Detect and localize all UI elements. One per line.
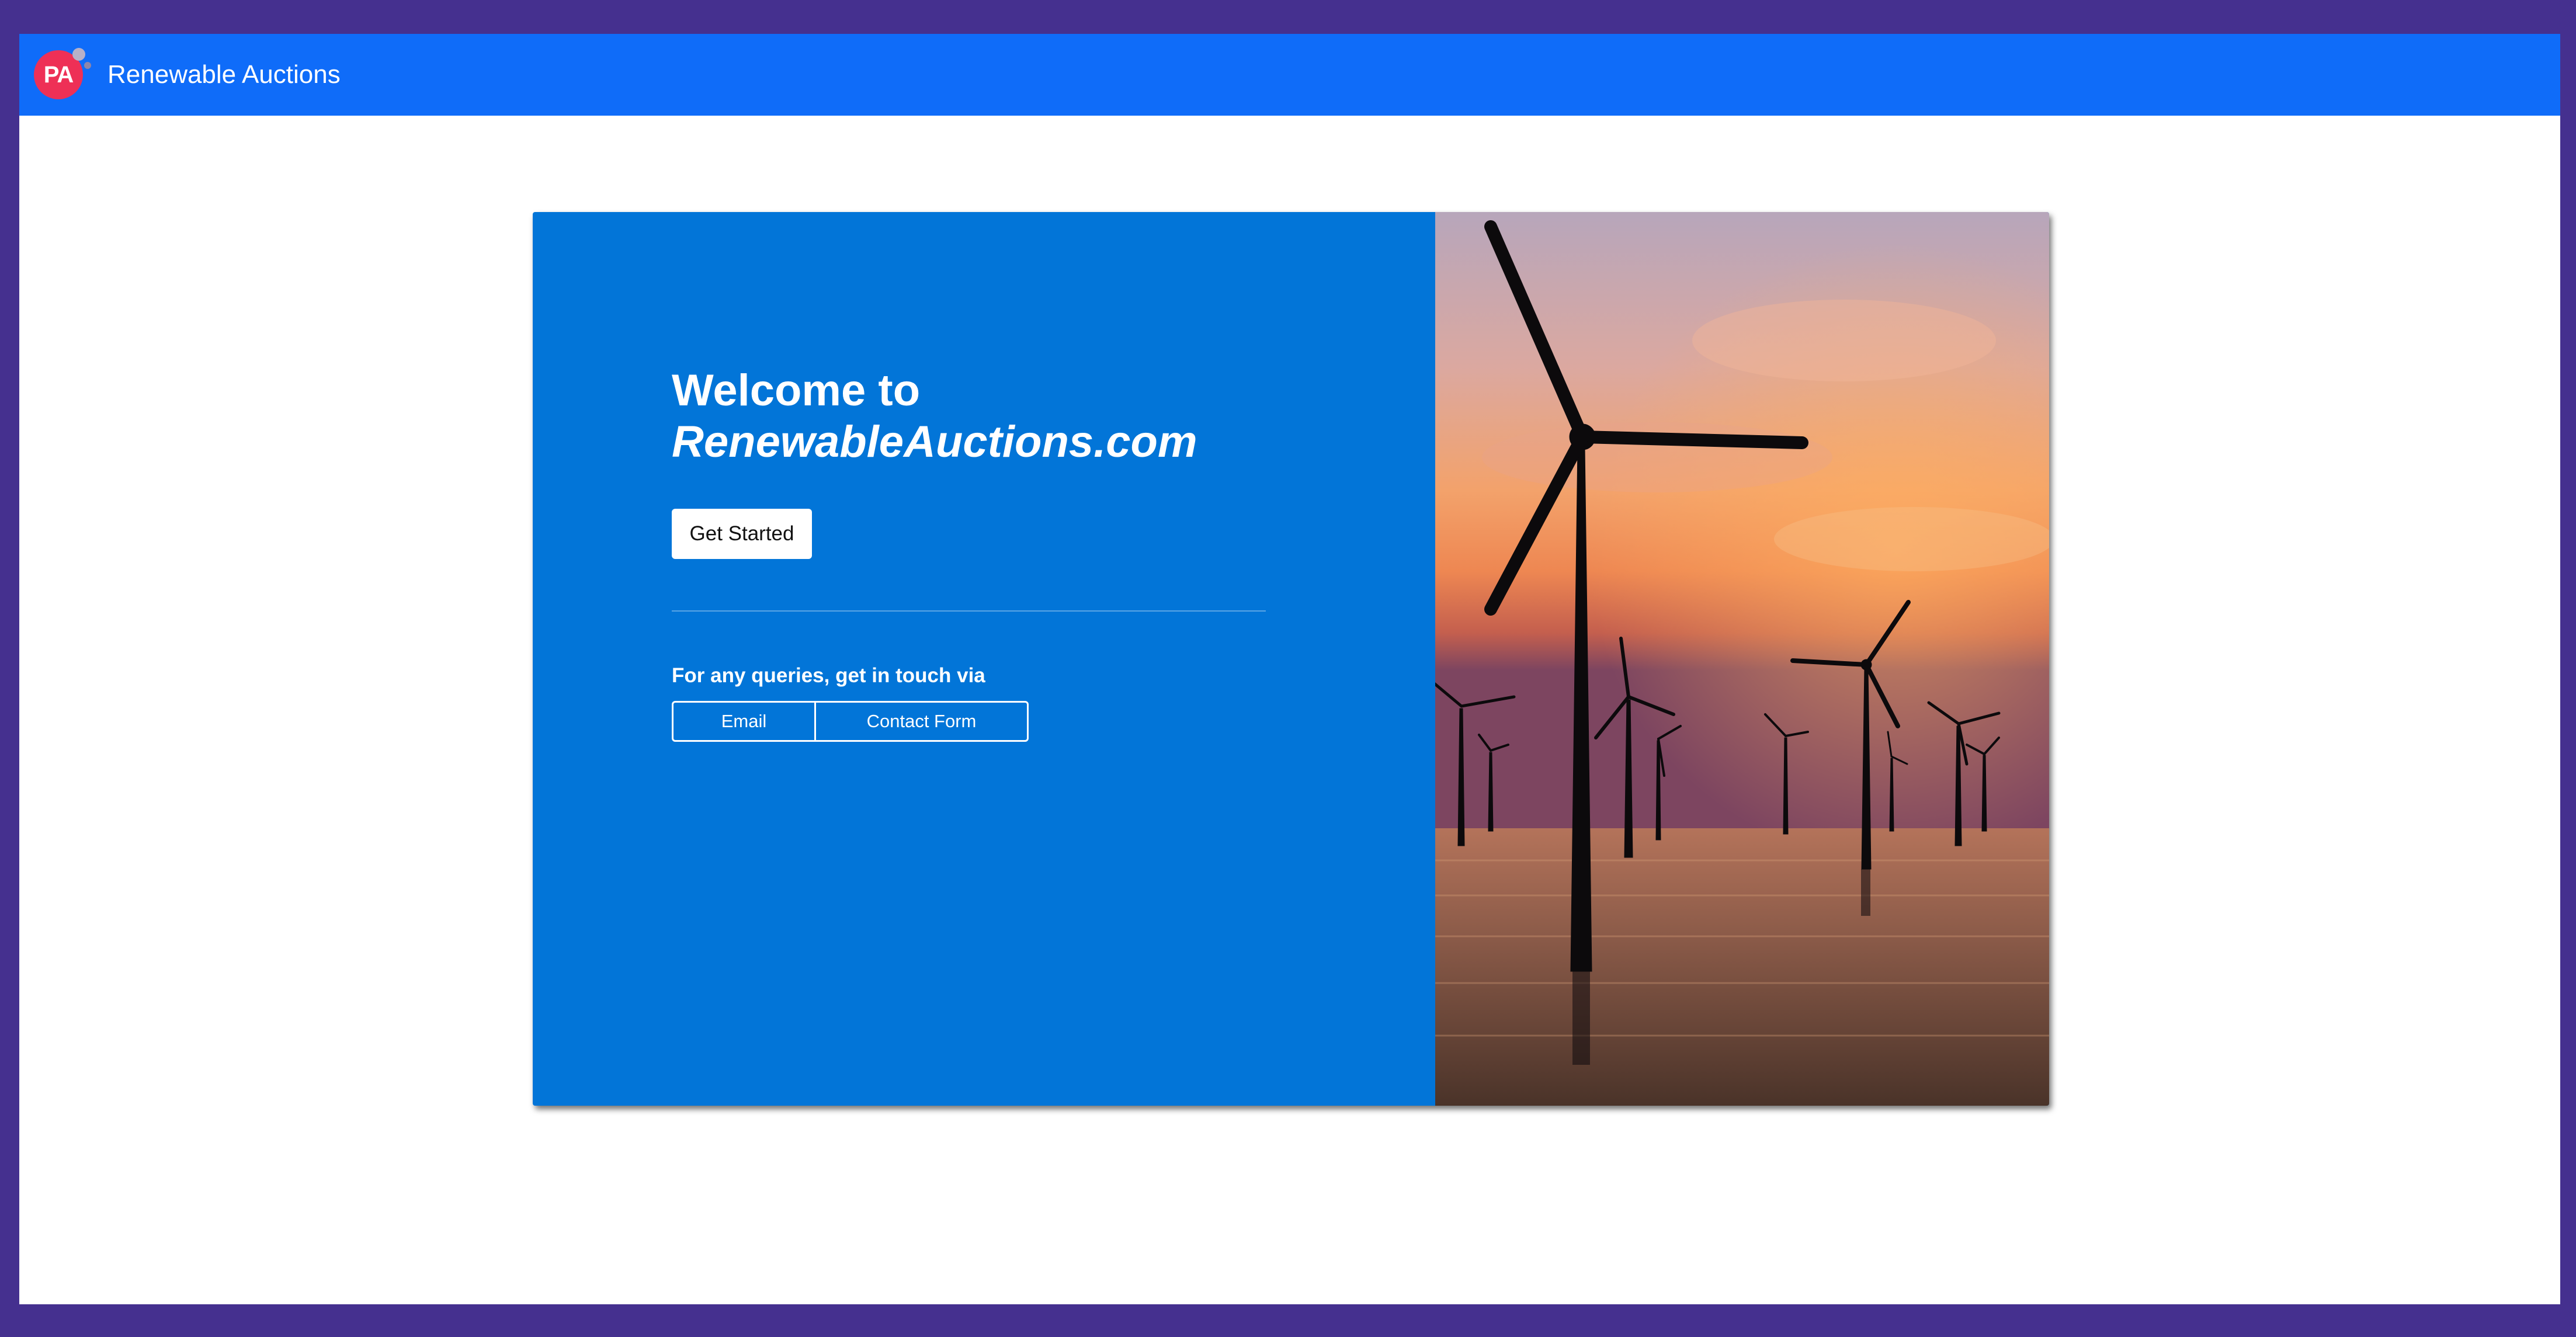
site-brand-name: RenewableAuctions.com [672,417,1197,467]
app-title[interactable]: Renewable Auctions [107,60,341,89]
email-button[interactable]: Email [673,703,816,740]
app-window: PA Renewable Auctions Welcome to Renewab… [19,34,2560,1304]
hero-content: Welcome to RenewableAuctions.com Get Sta… [533,212,1435,1106]
top-navbar: PA Renewable Auctions [19,34,2560,116]
welcome-line: Welcome to [672,366,921,415]
contact-form-button[interactable]: Contact Form [816,703,1027,740]
welcome-heading: Welcome to RenewableAuctions.com [672,365,1197,468]
contact-button-group: Email Contact Form [672,701,1029,742]
logo[interactable]: PA [34,48,91,99]
logo-dot-small-icon [84,62,91,69]
logo-dot-icon [72,48,85,61]
queries-text: For any queries, get in touch via [672,664,985,687]
wind-turbines-image [1435,212,2049,1106]
divider [672,610,1266,612]
hero-card: Welcome to RenewableAuctions.com Get Sta… [533,212,2049,1106]
get-started-button[interactable]: Get Started [672,509,812,559]
